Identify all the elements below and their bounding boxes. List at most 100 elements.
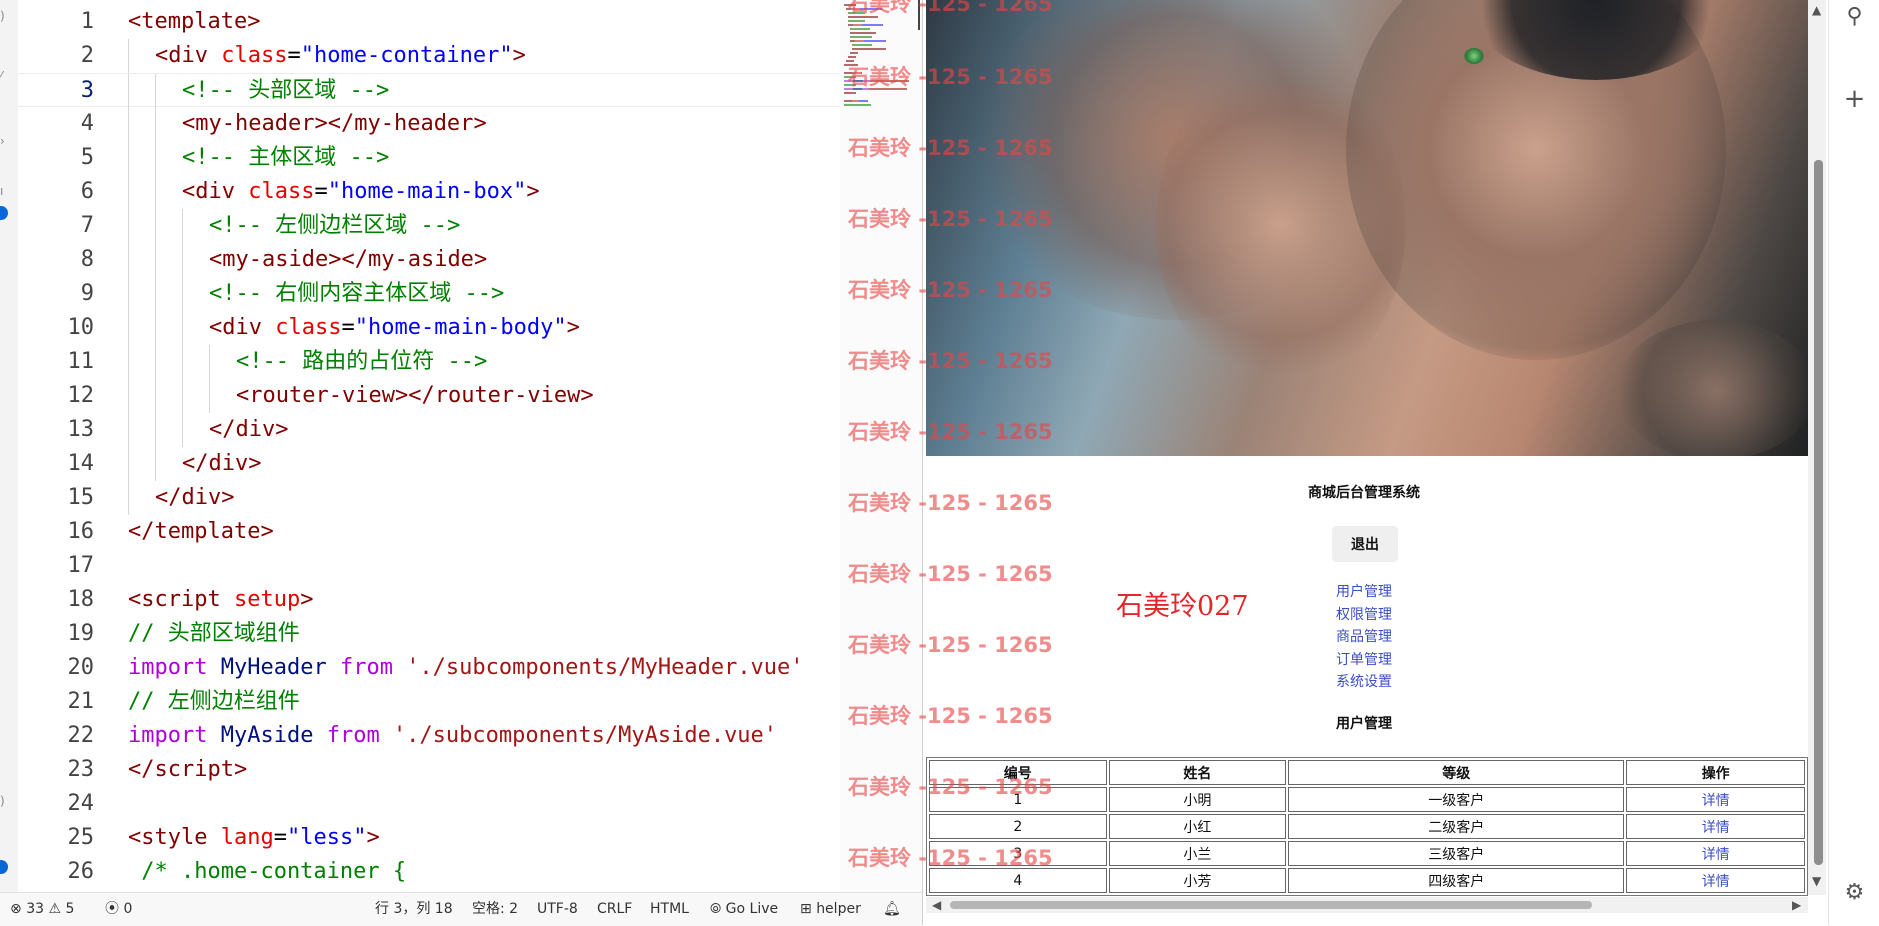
indent-guide [182,413,183,447]
minimap-line [862,24,882,26]
code-line[interactable]: 15 </div> [18,481,840,515]
indent-guide [155,175,156,209]
code-token: </ [155,485,182,510]
vertical-scrollbar[interactable]: ▲ ▼ [1808,0,1826,895]
indent-guide [155,311,156,345]
code-token: div [235,417,276,442]
details-link[interactable]: 详情 [1626,841,1805,866]
logout-button[interactable]: 退出 [1332,526,1398,562]
code-token: "home-main-body" [354,315,567,340]
problems-indicator[interactable]: ⊗ 33 ⚠ 5 [10,893,74,925]
line-number: 7 [80,213,94,238]
code-line[interactable]: 19 // 头部区域组件 [18,617,840,651]
code-line[interactable]: 13 </div> [18,413,840,447]
code-line[interactable]: 25 <style lang="less"> [18,821,840,855]
code-line[interactable]: 11 <!-- 路由的占位符 --> [18,345,840,379]
code-line[interactable]: 12 <router-view></router-view> [18,379,840,413]
scroll-right-icon[interactable]: ▶ [1792,897,1801,913]
details-link[interactable]: 详情 [1626,868,1805,893]
code-line[interactable]: 18 <script setup> [18,583,840,617]
code-line[interactable]: 2 <div class="home-container"> [18,39,840,73]
code-line[interactable]: 5 <!-- 主体区域 --> [18,141,840,175]
cell-name: 小红 [1108,814,1287,839]
code-token: > [473,111,487,136]
error-count: 33 [26,901,45,917]
line-number: 10 [67,315,95,340]
code-line[interactable]: 8 <my-aside></my-aside> [18,243,840,277]
cell-name: 小芳 [1108,868,1287,893]
warning-count: 5 [65,901,75,917]
source-control-icon[interactable]: › [0,135,7,147]
language-mode[interactable]: HTML [650,893,689,925]
code-line[interactable]: 24 [18,787,840,821]
code-line[interactable]: 1 <template> [18,5,840,39]
code-token: </ [128,519,155,544]
code-line[interactable]: 20 import MyHeader from './subcomponents/… [18,651,840,685]
bell-icon[interactable]: 🔔︎ [883,893,901,925]
code-line[interactable]: 26 /* .home-container { [18,855,840,889]
details-link[interactable]: 详情 [1626,787,1805,812]
code-editor[interactable]: 1 <template> 2 <div class="home-container">… [18,0,840,892]
indent-guide [182,345,183,379]
go-live-button[interactable]: ⦾ Go Live [710,893,778,925]
helper-button[interactable]: ⊞ helper [800,893,861,925]
code-token: = [273,825,287,850]
code-text: <my-aside></my-aside> [209,243,487,277]
code-line[interactable]: 7 <!-- 左侧边栏区域 --> [18,209,840,243]
code-token: './subcomponents/MyHeader.vue' [406,655,804,680]
code-line[interactable]: 9 <!-- 右侧内容主体区域 --> [18,277,840,311]
code-line[interactable]: 22 import MyAside from './subcomponents/M… [18,719,840,753]
code-token: < [209,315,223,340]
code-token: template [141,9,248,34]
code-token: div [168,43,208,68]
code-token: div [208,451,249,476]
code-line[interactable]: 16 </template> [18,515,840,549]
explorer-icon[interactable]: ) [0,10,7,22]
nav-link-users[interactable]: 用户管理 [923,581,1805,604]
code-line[interactable]: 21 // 左侧边栏组件 [18,685,840,719]
table-row: 1 小明 一级客户 详情 [929,787,1805,812]
code-line[interactable]: 14 </div> [18,447,840,481]
nav-link-orders[interactable]: 订单管理 [923,649,1805,672]
scroll-up-icon[interactable]: ▲ [1812,2,1821,18]
nav-link-permissions[interactable]: 权限管理 [923,604,1805,627]
code-line[interactable]: 6 <div class="home-main-box"> [18,175,840,209]
code-line[interactable]: 17 [18,549,840,583]
horizontal-scrollbar[interactable]: ◀ ▶ [926,897,1808,913]
ports-indicator[interactable]: ⦿ 0 [105,893,132,925]
code-token: > [473,247,488,272]
code-text: <my-header></my-header> [182,107,487,141]
code-text: // 左侧边栏组件 [128,685,300,719]
scroll-left-icon[interactable]: ◀ [932,897,941,913]
code-token: setup [233,587,301,612]
horizontal-scroll-thumb[interactable] [950,901,1592,909]
code-line[interactable]: 10 <div class="home-main-body"> [18,311,840,345]
helper-icon: ⊞ [800,901,812,917]
search-icon[interactable]: ⁄ [0,70,7,82]
cursor-position[interactable]: 行 3，列 18 [375,893,453,925]
code-token: class [221,43,288,68]
line-ending[interactable]: CRLF [597,893,632,925]
indent-guide [209,379,210,413]
debug-icon[interactable]: ı [0,185,7,197]
search-icon[interactable]: ⚲ [1829,4,1879,29]
nav-link-settings[interactable]: 系统设置 [923,671,1805,694]
plus-icon[interactable]: + [1829,84,1879,114]
code-text: </script> [128,753,247,787]
notification-badge [0,206,8,220]
vertical-scroll-thumb[interactable] [1814,160,1823,865]
code-line[interactable]: 23 </script> [18,753,840,787]
minimap-line [875,32,876,34]
cell-level: 二级客户 [1288,814,1625,839]
encoding[interactable]: UTF-8 [537,893,578,925]
indentation[interactable]: 空格: 2 [472,893,518,925]
scroll-down-icon[interactable]: ▼ [1812,873,1821,889]
nav-link-products[interactable]: 商品管理 [923,626,1805,649]
code-line[interactable]: 3 <!-- 头部区域 --> [18,73,840,108]
details-link[interactable]: 详情 [1626,814,1805,839]
account-icon[interactable]: ) [0,795,7,807]
gear-icon[interactable]: ⚙ [1829,880,1879,905]
code-line[interactable]: 4 <my-header></my-header> [18,107,840,141]
watermark-text: 石美玲 -125 - 1265 [848,136,1053,160]
